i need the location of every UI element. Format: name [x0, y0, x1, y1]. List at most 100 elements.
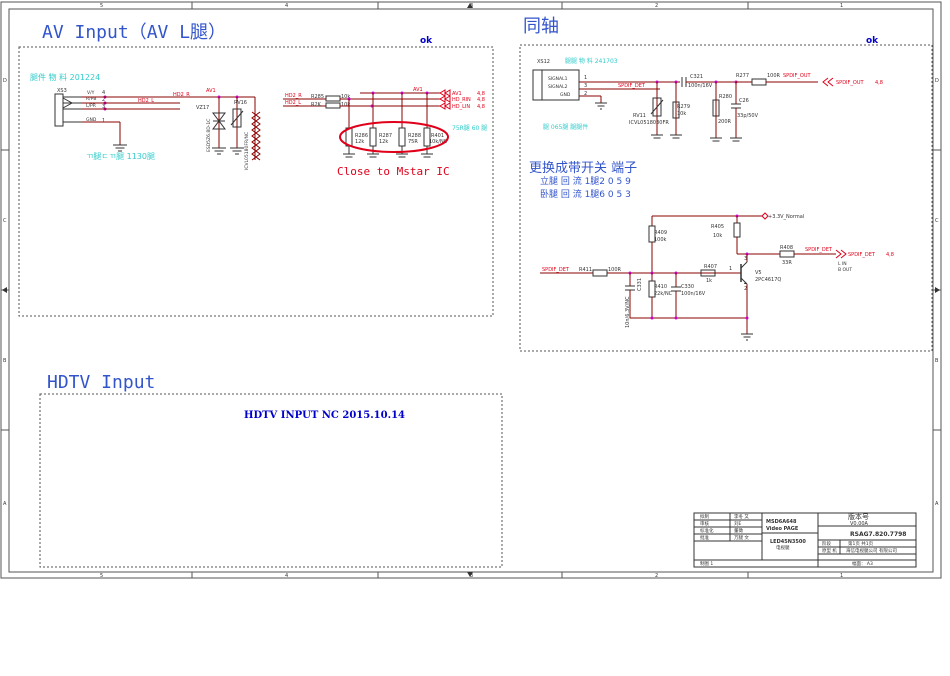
tb-size: 幅面： A3 — [852, 560, 873, 567]
av-75r-note: 75R腿 60 腿 — [452, 125, 487, 132]
tb-role: 标准化 — [700, 527, 714, 534]
col-mark: 3 — [470, 573, 473, 579]
r408-ref: R408 — [780, 245, 793, 251]
r277-val: 100R — [767, 73, 781, 79]
sheet-frame: 5 4 3 2 1 5 4 3 2 1 D C B A D C B A — [0, 1, 942, 579]
c321-val: 100n/16V — [688, 83, 713, 89]
tb-doc-no: RSAG7.820.7798 — [850, 531, 906, 538]
r-val: 75R — [408, 139, 418, 145]
rv11-ref: RV11 — [633, 113, 646, 119]
av-part-note: 腿件 物 料 201224 — [30, 72, 100, 82]
rv11-val: ICVL0518030FR — [629, 120, 669, 126]
xs3-ref: XS3 — [57, 88, 67, 94]
c321-ref: C321 — [690, 74, 703, 80]
r279-val: 10k — [677, 111, 686, 117]
r409-ref: R409 — [654, 230, 667, 236]
av-input-block: AV Input（AV L腿） ok 腿件 物 料 201224 ㄲ腿ㄷㄲ腿 1… — [18, 22, 494, 317]
c331-ref: C331 — [637, 278, 643, 291]
c330-ref: C330 — [681, 284, 694, 290]
xs3-pin-name: V/Y — [87, 90, 95, 96]
hdtv-block: HDTV Input HDTV INPUT NC 2015.10.14 — [39, 372, 503, 568]
tb-drawn: 制图 1 — [700, 560, 713, 567]
c26-ref: C26 — [739, 98, 749, 104]
tb-person: 董徵 — [734, 527, 743, 534]
r410-ref: R410 — [654, 284, 667, 290]
r407-ref: R407 — [704, 264, 717, 270]
r277-ref: R277 — [736, 73, 749, 79]
r285-ref: R285 — [311, 94, 324, 100]
out-page-lin: 4,8 — [477, 104, 485, 110]
switch-detect-section: 更换成带开关 端子 立腿 回 流 1腿2 0 5 9 卧腿 回 流 1腿6 0 … — [529, 161, 894, 341]
vz17-ref: VZ17 — [196, 105, 209, 111]
r280-ref: R280 — [719, 94, 732, 100]
tb-proj1: MSD6A648 — [766, 519, 797, 525]
coax-part-note: 腿腿 物 料 241703 — [565, 57, 618, 65]
v5-ref: V5 — [755, 270, 762, 276]
vcc-label: +3.3V_Normal — [768, 214, 804, 220]
switch-line1: 立腿 回 流 1腿2 0 5 9 — [540, 175, 631, 187]
av-part-note-2: ㄲ腿ㄷㄲ腿 1130腿 — [86, 152, 155, 161]
tb-role: 批准 — [700, 534, 709, 541]
tb-stage: 阶段 — [822, 540, 831, 547]
net-label-hd2l: HD2_L — [138, 98, 154, 104]
schematic-sheet: 5 4 3 2 1 5 4 3 2 1 D C B A D C B A AV I… — [0, 0, 950, 672]
av-av1-net: AV1 — [413, 87, 423, 93]
col-mark: 5 — [100, 573, 103, 579]
tb-board: LED45N3500 — [770, 539, 806, 545]
col-mark: 2 — [655, 573, 658, 579]
coax-spdif-out: SPDIF_OUT — [783, 73, 811, 79]
switch-out-page: 4,8 — [886, 252, 894, 258]
xs12-ref: XS12 — [537, 59, 550, 65]
c26-val: 33p/50V — [737, 113, 759, 119]
row-mark: B — [935, 358, 939, 364]
av-hd2r-label: HD2_R — [285, 93, 302, 99]
c331-val: 10n/6.3V/NC — [625, 296, 631, 328]
close-to-mstar-note: Close to Mstar IC — [337, 165, 450, 178]
col-mark: 3 — [470, 3, 473, 9]
xs12-pin: 1 — [584, 75, 587, 81]
vz17-part: ESD5Z6.8D-1C — [206, 119, 212, 152]
col-mark: 2 — [655, 3, 658, 9]
row-mark: A — [3, 501, 7, 507]
v5-pin3: 3 — [744, 256, 747, 262]
r407-val: 1k — [706, 278, 712, 284]
net-label-hd2r: HD2_R — [173, 92, 190, 98]
r279-ref: R279 — [677, 104, 690, 110]
col-mark: 5 — [100, 3, 103, 9]
xs3-pin-name: L/PR — [86, 103, 96, 109]
tb-board2: 电视腿 — [776, 544, 790, 551]
coax-ok: ok — [866, 36, 879, 46]
tb-ver-label: 版本号 — [848, 512, 869, 521]
schematic-canvas: 5 4 3 2 1 5 4 3 2 1 D C B A D C B A AV I… — [0, 1, 942, 579]
tb-page: 第1页 共1页 — [848, 540, 874, 547]
r410-val: 22k/NC — [654, 291, 673, 297]
switch-in-net: SPDIF_DET — [542, 267, 570, 273]
tb-person: 万腿 文 — [734, 534, 749, 541]
xs3-pin-num: 1 — [102, 118, 105, 124]
switch-out-net: SPDIF_DET — [805, 247, 833, 253]
r405-val: 10k — [713, 233, 722, 239]
coax-spdif-out-page: 4,8 — [875, 80, 883, 86]
xs12-sig: SIGNAL2 — [548, 84, 568, 90]
title-block: 拟制 李冬 又 审核 刘E 标准化 董徵 批准 万腿 文 MSD6A648 Vi… — [693, 512, 917, 568]
tb-ver: V0.00A — [850, 521, 869, 527]
r411-val: 100R — [608, 267, 622, 273]
col-mark: 4 — [285, 3, 288, 9]
row-mark: A — [935, 501, 939, 507]
hdtv-title: HDTV Input — [47, 372, 155, 393]
switch-title: 更换成带开关 端子 — [529, 161, 637, 176]
tb-company1: 原型 机 — [822, 547, 837, 554]
coax-spdif-det: SPDIF_DET — [618, 83, 646, 89]
r-val: 12k — [355, 139, 364, 145]
tb-person: 刘E — [734, 520, 741, 527]
tb-company2: 海信电视腿公司 有限公司 — [846, 547, 897, 554]
v5-pin2: 2 — [744, 286, 747, 292]
legend-line1: L IN — [838, 261, 847, 267]
v5-val: 2PC4617Q — [755, 277, 781, 283]
xs3-pin-num: 4 — [102, 90, 105, 96]
r405-ref: R405 — [711, 224, 724, 230]
row-mark: C — [935, 218, 939, 224]
xs12-pin: 3 — [584, 83, 587, 89]
xs12-sig: GND — [560, 92, 571, 98]
col-mark: 4 — [285, 573, 288, 579]
